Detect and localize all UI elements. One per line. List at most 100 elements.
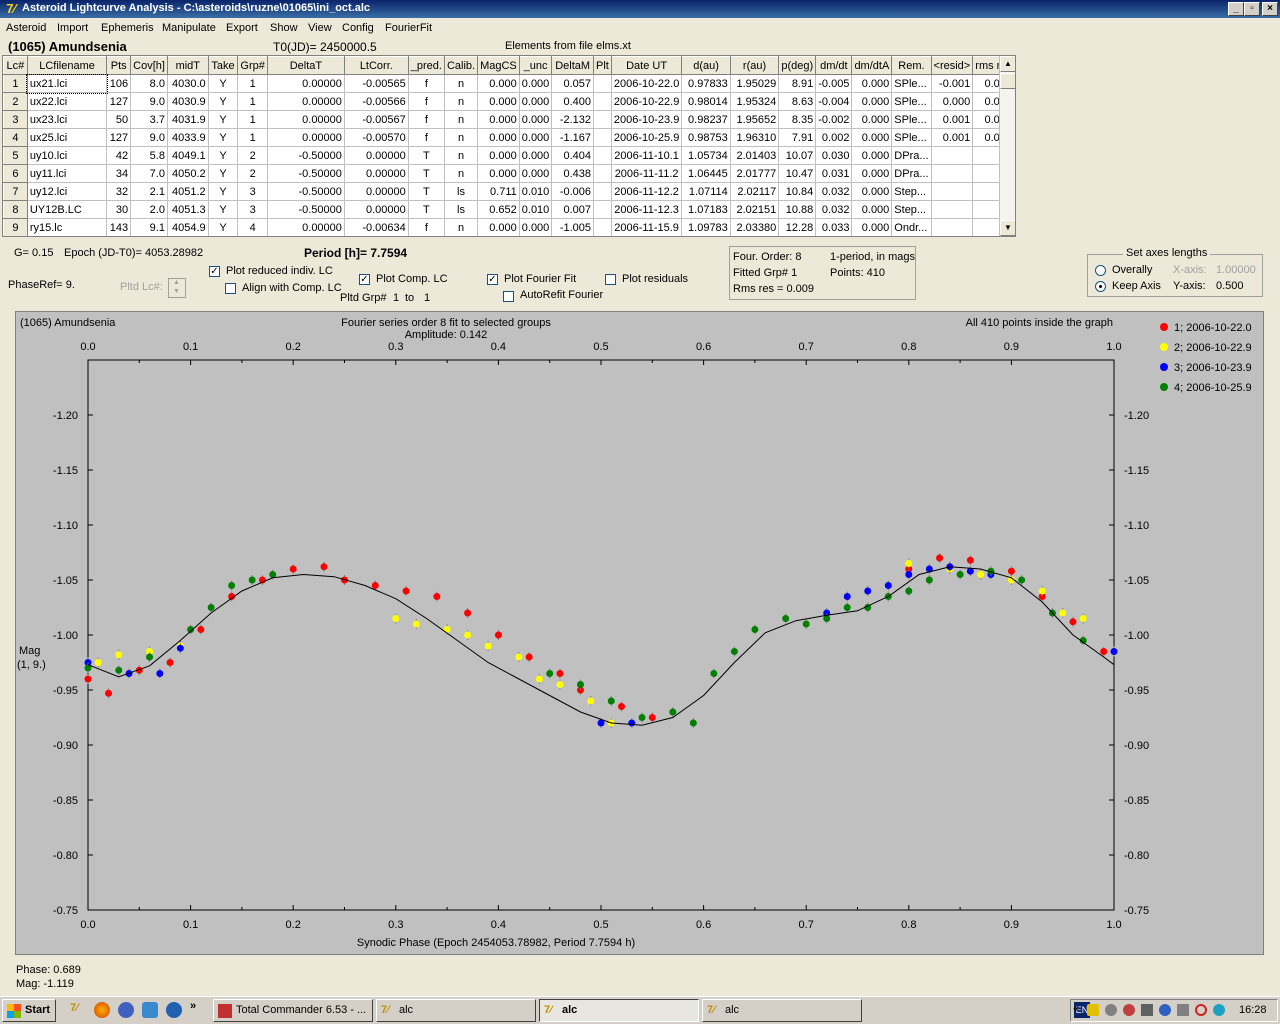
table-cell[interactable]: Y [207,110,239,129]
table-cell[interactable]: 2006-10-25.9 [610,128,683,147]
globe-icon[interactable] [118,1002,134,1018]
table-cell[interactable]: 4 [237,218,268,236]
plot-fourier-label[interactable]: Plot Fourier Fit [504,273,576,285]
table-cell[interactable]: 2 [237,146,268,165]
app-icon-blue[interactable] [142,1002,158,1018]
table-cell[interactable]: 0.00000 [266,128,345,147]
menu-fourierfit[interactable]: FourierFit [385,22,432,34]
plot-residuals-checkbox[interactable] [605,274,616,285]
column-header[interactable]: DeltaT [266,56,345,75]
table-cell[interactable]: 6 [3,164,28,183]
speaker-icon[interactable] [1177,1004,1189,1016]
table-cell[interactable]: 5 [3,146,28,165]
table-cell[interactable]: 2006-11-12.2 [610,182,683,201]
table-row[interactable]: 6 uy11.lci 34 7.0 4050.2 Y 2 -0.50000 0.00000 Tn 0… [3,164,1015,183]
table-cell[interactable]: 2.02151 [729,200,780,219]
table-cell[interactable]: 0.010 [518,182,553,201]
table-cell[interactable]: 12.28 [778,218,817,236]
column-header[interactable]: <resid> [930,56,974,75]
table-cell[interactable]: -0.00565 [343,74,409,93]
table-cell[interactable]: 0.001 [930,128,974,147]
table-cell[interactable]: 0.030 [815,146,853,165]
spin-up-icon[interactable]: ▲ [173,279,180,286]
tray-expand[interactable]: « [1073,1003,1079,1015]
plot-comp-checkbox[interactable]: ✓ [359,274,370,285]
tray-icon-4[interactable] [1195,1004,1207,1016]
table-cell[interactable] [593,92,612,111]
table-cell[interactable]: 7 [3,182,28,201]
table-cell[interactable] [593,128,612,147]
column-header[interactable]: dm/dt [815,56,853,75]
menu-manipulate[interactable]: Manipulate [162,22,216,34]
table-cell[interactable]: 0.000 [851,128,893,147]
table-cell[interactable]: 0.00000 [266,74,345,93]
table-cell[interactable]: f [407,218,445,236]
table-cell[interactable]: 106 [106,74,132,93]
table-cell[interactable]: 8.0 [130,74,168,93]
table-cell[interactable]: 0.404 [551,146,595,165]
table-cell[interactable]: -1.167 [551,128,595,147]
table-cell[interactable]: -0.50000 [266,182,345,201]
table-cell[interactable]: 2006-11-12.3 [610,200,683,219]
table-cell[interactable]: -0.004 [815,92,853,111]
table-cell[interactable]: 2006-11-11.2 [610,164,683,183]
table-cell[interactable] [930,164,974,183]
shield-icon[interactable] [1087,1004,1099,1016]
table-cell[interactable]: -0.006 [551,182,595,201]
maximize-button[interactable]: ▫ [1244,2,1260,16]
scroll-up-icon[interactable]: ▲ [1000,56,1015,72]
tray-icon-1[interactable] [1105,1004,1117,1016]
table-cell[interactable]: 0.00000 [343,164,409,183]
column-header[interactable]: d(au) [681,56,731,75]
table-cell[interactable]: 0.000 [851,92,893,111]
table-cell[interactable]: Y [207,128,239,147]
table-cell[interactable]: Step... [891,200,932,219]
table-cell[interactable]: 0.007 [551,200,595,219]
table-cell[interactable]: 0.00000 [343,200,409,219]
table-cell[interactable]: 0.001 [930,110,974,129]
table-cell[interactable]: 0.000 [851,110,893,129]
table-cell[interactable]: -0.002 [815,110,853,129]
tray-icon-3[interactable] [1159,1004,1171,1016]
table-cell[interactable]: -0.005 [815,74,853,93]
table-cell[interactable]: -1.005 [551,218,595,236]
table-cell[interactable]: ls [443,182,479,201]
task-alc-active[interactable]: 7⁄ alc [539,999,699,1022]
table-cell[interactable]: UY12B.LC [26,200,108,219]
table-cell[interactable]: f [407,92,445,111]
table-cell[interactable]: 0.000 [851,218,893,236]
table-cell[interactable]: -0.001 [930,74,974,93]
table-cell[interactable]: 143 [106,218,132,236]
table-cell[interactable]: T [407,200,445,219]
table-cell[interactable]: Y [207,74,239,93]
table-cell[interactable]: 0.000 [518,92,553,111]
table-cell[interactable]: 32 [106,182,132,201]
table-cell[interactable]: 9.1 [130,218,168,236]
table-cell[interactable]: ux21.lci [26,73,108,94]
table-cell[interactable]: Y [207,146,239,165]
task-alc-1[interactable]: 7⁄ alc [376,999,536,1022]
table-cell[interactable]: 0.00000 [266,92,345,111]
table-cell[interactable]: -0.00566 [343,92,409,111]
task-alc-3[interactable]: 7⁄ alc [702,999,862,1022]
table-cell[interactable]: n [443,164,479,183]
table-cell[interactable]: 0.98237 [681,110,731,129]
lightcurve-table[interactable]: Lc# LCfilename Pts Cov[h] midT Take Grp# DeltaT… [2,55,1016,237]
table-cell[interactable]: 1 [237,128,268,147]
table-cell[interactable]: 4030.0 [166,74,209,93]
minimize-button[interactable]: _ [1228,2,1244,16]
autorefit-label[interactable]: AutoRefit Fourier [520,289,603,301]
column-header[interactable]: _unc [518,56,553,75]
table-cell[interactable]: 0.000 [851,200,893,219]
table-cell[interactable]: -0.50000 [266,164,345,183]
table-cell[interactable]: Y [207,200,239,219]
table-cell[interactable]: 0.000 [477,74,520,93]
table-cell[interactable]: 127 [106,92,132,111]
menu-import[interactable]: Import [57,22,88,34]
table-cell[interactable]: 0.000 [477,218,520,236]
table-cell[interactable]: 34 [106,164,132,183]
table-cell[interactable]: 1.95652 [729,110,780,129]
table-cell[interactable]: 2 [3,92,28,111]
table-cell[interactable]: f [407,74,445,93]
table-cell[interactable]: Step... [891,182,932,201]
